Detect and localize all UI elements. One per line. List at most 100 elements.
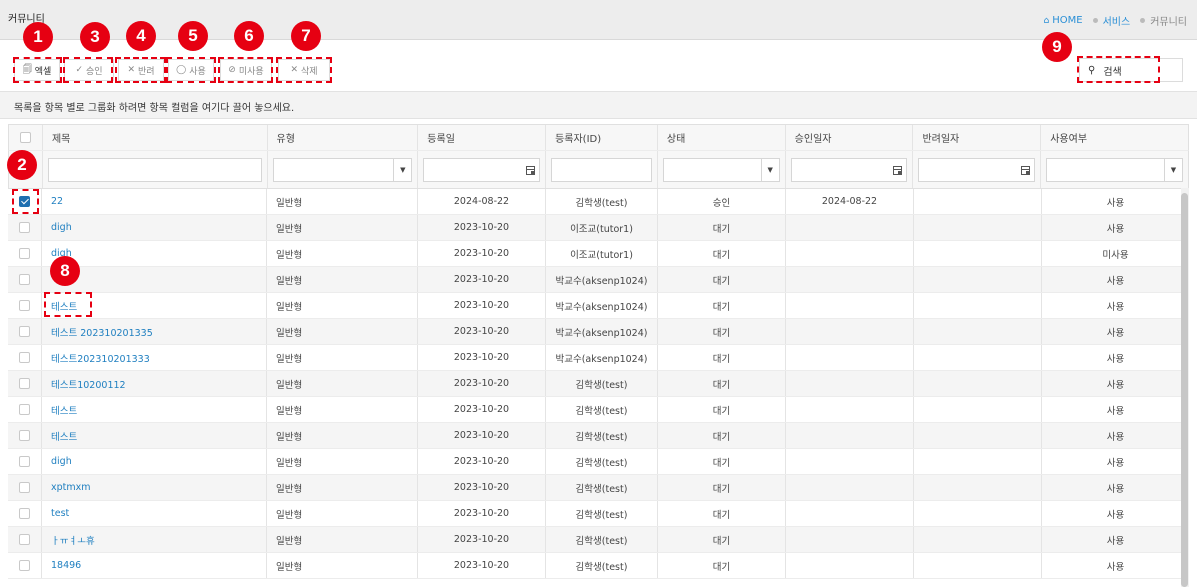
filter-cell-reg-date	[417, 151, 545, 188]
column-header-status[interactable]: 상태	[656, 125, 785, 150]
use-button-label: 사용	[189, 66, 206, 77]
cell-title[interactable]: ㅏㅠㅕㅗ휴	[41, 527, 266, 552]
column-header-use[interactable]: 사용여부	[1040, 125, 1188, 150]
row-checkbox[interactable]	[19, 196, 30, 207]
type-filter-select[interactable]: ▼	[272, 158, 413, 182]
table-row[interactable]: 18496 일반형 2023-10-20 김학생(test) 대기 사용	[8, 553, 1189, 579]
delete-button[interactable]: ✕ 삭제	[278, 59, 330, 81]
annotation-marker: 9	[1042, 32, 1072, 62]
row-checkbox[interactable]	[19, 274, 30, 285]
row-checkbox[interactable]	[19, 378, 30, 389]
cell-title[interactable]: 테스트	[41, 293, 266, 318]
cell-author: 박교수(aksenp1024)	[545, 267, 657, 292]
status-filter-select[interactable]: ▼	[662, 158, 780, 182]
chevron-down-icon[interactable]: ▼	[393, 159, 411, 181]
table-row[interactable]: 22 일반형 2024-08-22 김학생(test) 승인 2024-08-22 사용	[8, 189, 1189, 215]
reg-date-filter-input[interactable]	[423, 158, 541, 182]
cell-use: 사용	[1041, 475, 1189, 500]
column-header-reg-date[interactable]: 등록일	[417, 125, 545, 150]
row-checkbox[interactable]	[19, 482, 30, 493]
approve-button[interactable]: ✓ 승인	[64, 59, 114, 81]
use-filter-select[interactable]: ▼	[1046, 158, 1183, 182]
row-checkbox[interactable]	[19, 222, 30, 233]
table-row[interactable]: 일반형 2023-10-20 박교수(aksenp1024) 대기 사용	[8, 267, 1189, 293]
check-icon: ✓	[75, 65, 83, 75]
table-row[interactable]: 테스트 일반형 2023-10-20 김학생(test) 대기 사용	[8, 397, 1189, 423]
row-checkbox[interactable]	[19, 300, 30, 311]
table-row[interactable]: digh 일반형 2023-10-20 김학생(test) 대기 사용	[8, 449, 1189, 475]
table-row[interactable]: 테스트 일반형 2023-10-20 김학생(test) 대기 사용	[8, 423, 1189, 449]
row-checkbox[interactable]	[19, 534, 30, 545]
cell-title[interactable]: 22	[41, 189, 266, 214]
group-drop-area[interactable]: 목록을 항목 별로 그룹화 하려면 항목 컬럼을 여기다 끌어 놓으세요.	[0, 91, 1197, 119]
column-header-approve-date[interactable]: 승인일자	[784, 125, 913, 150]
excel-button-label: 엑셀	[34, 66, 52, 77]
cell-title[interactable]: 테스트 202310201335	[41, 319, 266, 344]
breadcrumb-current-label: 커뮤니티	[1150, 17, 1187, 28]
cell-title[interactable]: 18496	[41, 553, 266, 578]
reject-button-label: 반려	[137, 66, 155, 77]
breadcrumb-service[interactable]: 서비스	[1092, 13, 1130, 28]
cell-title[interactable]: test	[41, 501, 266, 526]
reject-button[interactable]: ✕ 반려	[118, 59, 164, 81]
excel-icon: 🗐	[22, 65, 32, 75]
reject-date-filter-input[interactable]	[918, 158, 1036, 182]
cell-title[interactable]: 테스트	[41, 397, 266, 422]
column-header-type[interactable]: 유형	[266, 125, 418, 150]
chevron-down-icon[interactable]: ▼	[760, 159, 779, 181]
filter-cell-author	[545, 151, 657, 188]
excel-button[interactable]: 🗐 엑셀	[14, 59, 60, 81]
unuse-button[interactable]: ⊘ 미사용	[220, 59, 272, 81]
cell-type: 일반형	[266, 189, 417, 214]
table-row[interactable]: 테스트202310201333 일반형 2023-10-20 박교수(aksenp10…	[8, 345, 1189, 371]
cell-author: 이조교(tutor1)	[545, 215, 657, 240]
use-button[interactable]: ◯ 사용	[168, 59, 214, 81]
row-checkbox[interactable]	[19, 456, 30, 467]
table-row[interactable]: xptmxm 일반형 2023-10-20 김학생(test) 대기 사용	[8, 475, 1189, 501]
column-header-title[interactable]: 제목	[41, 125, 267, 150]
search-button[interactable]: ⚲ 검색	[1079, 58, 1183, 82]
table-row[interactable]: test 일반형 2023-10-20 김학생(test) 대기 사용	[8, 501, 1189, 527]
breadcrumb-home-label: HOME	[1052, 15, 1083, 26]
calendar-icon[interactable]	[1016, 159, 1034, 181]
table-row[interactable]: 테스트 202310201335 일반형 2023-10-20 박교수(aksenp1…	[8, 319, 1189, 345]
chevron-down-icon[interactable]: ▼	[1164, 159, 1182, 181]
row-checkbox[interactable]	[19, 352, 30, 363]
cell-use: 사용	[1041, 267, 1189, 292]
row-select	[8, 319, 41, 344]
calendar-icon[interactable]	[888, 159, 906, 181]
cell-status: 대기	[657, 267, 785, 292]
cell-title[interactable]: xptmxm	[41, 475, 266, 500]
approve-date-filter-input[interactable]	[790, 158, 908, 182]
breadcrumb-home[interactable]: ⌂ HOME	[1044, 13, 1083, 28]
cell-status: 대기	[657, 319, 785, 344]
row-checkbox[interactable]	[19, 248, 30, 259]
cell-title[interactable]: 테스트10200112	[41, 371, 266, 396]
calendar-icon[interactable]	[521, 159, 539, 181]
row-checkbox[interactable]	[19, 508, 30, 519]
row-checkbox[interactable]	[19, 326, 30, 337]
scrollbar-thumb[interactable]	[1181, 193, 1188, 587]
column-header-reject-date[interactable]: 반려일자	[912, 125, 1040, 150]
column-header-author[interactable]: 등록자(ID)	[545, 125, 657, 150]
author-filter-input[interactable]	[551, 158, 652, 182]
row-select	[8, 345, 41, 370]
cell-title[interactable]: 테스트	[41, 423, 266, 448]
cell-approve-date	[785, 345, 913, 370]
cell-title[interactable]: digh	[41, 449, 266, 474]
cell-title[interactable]: digh	[41, 215, 266, 240]
cell-title[interactable]: 테스트202310201333	[41, 345, 266, 370]
row-checkbox[interactable]	[19, 560, 30, 571]
row-checkbox[interactable]	[19, 430, 30, 441]
cell-use: 사용	[1041, 345, 1189, 370]
row-checkbox[interactable]	[19, 404, 30, 415]
table-row[interactable]: 테스트10200112 일반형 2023-10-20 김학생(test) 대기 사용	[8, 371, 1189, 397]
table-row[interactable]: 테스트 일반형 2023-10-20 박교수(aksenp1024) 대기 사용	[8, 293, 1189, 319]
cell-reject-date	[913, 189, 1041, 214]
select-all-checkbox[interactable]	[19, 132, 31, 143]
table-row[interactable]: ㅏㅠㅕㅗ휴 일반형 2023-10-20 김학생(test) 대기 사용	[8, 527, 1189, 553]
cell-author: 김학생(test)	[545, 189, 657, 214]
table-row[interactable]: digh 일반형 2023-10-20 이조교(tutor1) 대기 미사용	[8, 241, 1189, 267]
title-filter-input[interactable]	[47, 158, 262, 182]
table-row[interactable]: digh 일반형 2023-10-20 이조교(tutor1) 대기 사용	[8, 215, 1189, 241]
